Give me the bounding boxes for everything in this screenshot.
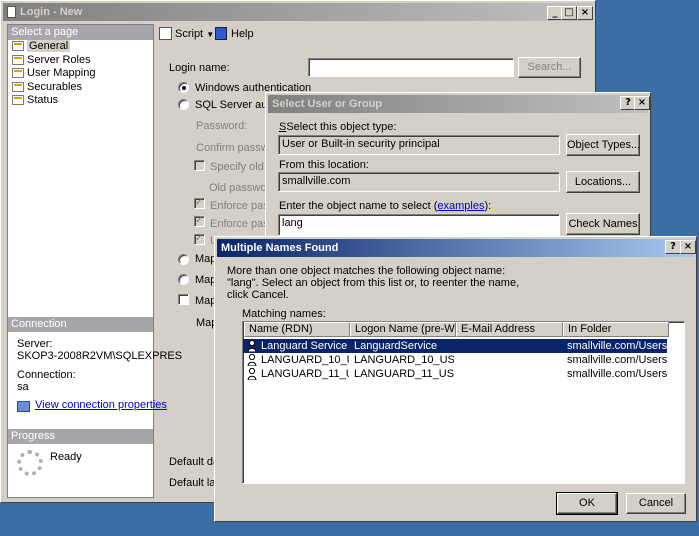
progress-header: Progress	[8, 429, 153, 444]
table-row[interactable]: LANGUARD_11_U... LANGUARD_11_USER smallv…	[243, 367, 667, 381]
page-icon	[12, 55, 24, 65]
connection-label: Connection:	[17, 369, 76, 381]
server-value: SKOP3-2008R2VM\SQLEXPRES	[17, 350, 183, 362]
connection-value: sa	[17, 381, 29, 393]
select-user-dialog: Select User or Group ? × SSelect this ob…	[265, 92, 651, 252]
page-server-roles[interactable]: Server Roles	[12, 54, 91, 67]
cell-folder: smallville.com/Users	[567, 340, 667, 352]
mapped-cert-radio[interactable]	[178, 254, 189, 265]
close-button[interactable]: ×	[680, 240, 696, 254]
user-icon	[247, 340, 257, 352]
page-general[interactable]: General	[12, 40, 71, 53]
window-icon	[7, 6, 16, 19]
multiple-names-dialog: Multiple Names Found ? × More than one o…	[214, 236, 697, 522]
cell-folder: smallville.com/Users	[567, 354, 667, 366]
cell-logon: LANGUARD_10_USER	[354, 354, 454, 366]
object-type-label: SSelect this object type:	[279, 121, 397, 133]
enforce-policy-checkbox[interactable]	[194, 197, 205, 209]
multiple-names-title: Multiple Names Found	[221, 242, 339, 254]
message-text: More than one object matches the followi…	[227, 265, 520, 301]
cell-name: LANGUARD_10_U...	[261, 354, 349, 366]
chevron-down-icon: ▼	[206, 30, 215, 39]
view-connection-properties-link[interactable]: View connection properties	[35, 399, 167, 411]
examples-link[interactable]: examples	[437, 200, 484, 212]
cell-logon: LanguardService	[354, 340, 438, 352]
user-icon	[247, 368, 257, 380]
connection-header: Connection	[8, 317, 153, 332]
multiple-names-titlebar[interactable]: Multiple Names Found	[217, 239, 694, 257]
password-label: Password:	[196, 120, 248, 132]
page-icon	[12, 41, 24, 51]
column-header-logon[interactable]: Logon Name (pre-Win...	[350, 322, 456, 337]
check-names-button[interactable]: Check Names	[566, 213, 640, 235]
location-field: smallville.com	[278, 172, 560, 192]
left-panel: Select a page General Server Roles User …	[7, 24, 182, 498]
object-type-label-text: Select this object type:	[286, 121, 397, 133]
table-row[interactable]: LANGUARD_10_U... LANGUARD_10_USER smallv…	[243, 353, 667, 367]
page-securables[interactable]: Securables	[12, 81, 82, 94]
object-name-input[interactable]: lang	[278, 214, 560, 236]
select-page-header: Select a page	[8, 25, 153, 40]
locations-button[interactable]: Locations...	[566, 171, 640, 193]
maximize-button[interactable]: □	[561, 6, 577, 20]
page-label: Status	[27, 94, 59, 106]
map-credential-checkbox[interactable]	[178, 294, 189, 305]
login-name-input[interactable]	[308, 58, 514, 77]
page-icon	[12, 68, 24, 78]
close-button[interactable]: ×	[634, 96, 650, 110]
column-header-folder[interactable]: In Folder	[563, 322, 669, 337]
ok-button[interactable]: OK	[556, 492, 618, 515]
properties-icon	[17, 401, 30, 412]
page-label: General	[27, 40, 71, 52]
server-label: Server:	[17, 338, 53, 350]
specify-old-password-checkbox[interactable]	[194, 160, 205, 171]
cancel-button[interactable]: Cancel	[626, 493, 686, 514]
cell-name: Languard Service	[261, 340, 348, 352]
enter-name-label: Enter the object name to select (example…	[279, 200, 491, 212]
matching-names-label: Matching names:	[242, 308, 326, 320]
enter-name-suffix: ):	[484, 200, 492, 212]
page-label: User Mapping	[27, 67, 96, 79]
login-window-titlebar[interactable]: Login - New	[3, 3, 593, 21]
cell-folder: smallville.com/Users	[567, 368, 667, 380]
login-window-title: Login - New	[20, 6, 83, 18]
page-label: Server Roles	[27, 54, 91, 66]
cell-name: LANGUARD_11_U...	[261, 368, 349, 380]
user-must-change-checkbox[interactable]	[194, 233, 205, 245]
search-label: Search...	[527, 61, 572, 73]
column-header-name[interactable]: Name (RDN)	[244, 322, 350, 337]
select-user-title: Select User or Group	[272, 98, 383, 110]
close-button[interactable]: ×	[577, 6, 593, 20]
mapped-key-radio[interactable]	[178, 274, 189, 285]
user-icon	[247, 354, 257, 366]
object-types-button[interactable]: Object Types...	[566, 134, 640, 156]
progress-spinner-icon	[17, 450, 43, 476]
progress-status: Ready	[50, 451, 82, 463]
search-button[interactable]: Search...	[518, 57, 581, 78]
help-question-button[interactable]: ?	[665, 240, 681, 254]
page-label: Securables	[27, 81, 83, 93]
help-button[interactable]: Help	[231, 28, 254, 40]
login-name-label: Login name:	[169, 62, 230, 74]
script-icon	[159, 27, 172, 40]
sql-auth-radio[interactable]	[178, 99, 189, 110]
page-status[interactable]: Status	[12, 94, 58, 107]
location-label: From this location:	[279, 159, 369, 171]
page-user-mapping[interactable]: User Mapping	[12, 67, 95, 80]
cell-logon: LANGUARD_11_USER	[354, 368, 454, 380]
enter-name-label-text: Enter the object name to select (	[279, 200, 438, 212]
select-user-titlebar[interactable]: Select User or Group	[268, 95, 648, 113]
page-icon	[12, 82, 24, 92]
table-row[interactable]: Languard Service LanguardService smallvi…	[243, 339, 667, 353]
column-header-email[interactable]: E-Mail Address	[456, 322, 563, 337]
help-icon	[215, 27, 227, 40]
windows-auth-radio[interactable]	[178, 82, 189, 93]
object-type-field: User or Built-in security principal	[278, 135, 560, 155]
script-button[interactable]: Script ▼	[175, 28, 214, 40]
script-label: Script	[175, 28, 204, 40]
enforce-expiration-checkbox[interactable]	[194, 215, 205, 227]
matching-names-list[interactable]: Name (RDN) Logon Name (pre-Win... E-Mail…	[242, 321, 685, 484]
page-icon	[12, 95, 24, 105]
